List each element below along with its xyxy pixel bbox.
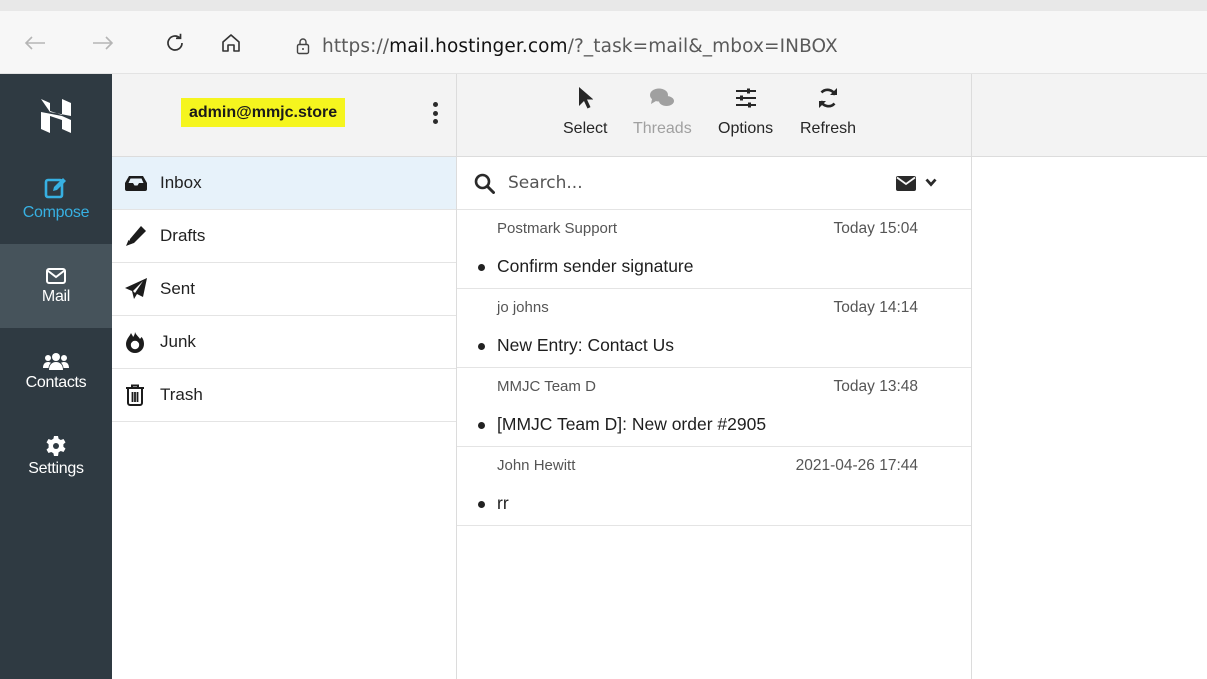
chevron-down-icon[interactable]	[925, 178, 937, 187]
sidebar-item-label: Contacts	[25, 374, 87, 391]
envelope-icon[interactable]	[896, 176, 916, 191]
threads-button[interactable]: Threads	[633, 84, 692, 138]
users-icon	[43, 353, 69, 370]
home-icon	[222, 34, 240, 52]
message-sender: MMJC Team D	[497, 378, 596, 395]
sidebar-item-compose[interactable]: Compose	[0, 168, 112, 232]
sliders-icon	[735, 88, 756, 108]
options-button[interactable]: Options	[718, 84, 773, 138]
unread-indicator	[478, 264, 485, 271]
message-date: 2021-04-26 17:44	[795, 457, 918, 474]
message-sender: jo johns	[497, 299, 549, 316]
url-host: mail.hostinger.com	[389, 35, 568, 57]
search-icon[interactable]	[474, 173, 495, 194]
sidebar-item-label: Compose	[22, 204, 90, 221]
message-preview-pane	[972, 74, 1207, 679]
sidebar-item-settings[interactable]: Settings	[0, 416, 112, 500]
app-sidebar: Compose Mail Contacts Settings	[0, 74, 112, 679]
preview-header	[972, 74, 1207, 157]
folder-label: Inbox	[160, 173, 202, 192]
message-date: Today 15:04	[833, 220, 918, 237]
reload-icon	[167, 33, 183, 51]
message-row[interactable]: jo johns Today 14:14 New Entry: Contact …	[457, 289, 971, 368]
gear-icon	[46, 436, 66, 456]
trash-icon	[126, 384, 144, 406]
unread-indicator	[478, 422, 485, 429]
search-input[interactable]	[508, 170, 868, 196]
hostinger-logo-icon	[41, 98, 71, 133]
folders-header: admin@mmjc.store	[112, 74, 456, 157]
url-text: https://mail.hostinger.com/?_task=mail&_…	[322, 36, 838, 57]
message-date: Today 14:14	[833, 299, 918, 316]
refresh-icon	[819, 88, 838, 108]
folder-label: Junk	[160, 332, 196, 351]
select-label: Select	[563, 120, 608, 137]
hostinger-logo[interactable]	[0, 74, 112, 157]
unread-indicator	[478, 501, 485, 508]
account-name: admin@mmjc.store	[181, 98, 346, 127]
arrow-left-icon	[24, 36, 45, 50]
envelope-icon	[46, 268, 66, 284]
paper-plane-icon	[125, 278, 147, 299]
cursor-icon	[579, 87, 594, 109]
message-date: Today 13:48	[833, 378, 918, 395]
lock-icon	[296, 38, 310, 55]
folder-label: Drafts	[160, 226, 206, 245]
message-subject: New Entry: Contact Us	[497, 335, 674, 355]
comments-icon	[650, 88, 675, 106]
browser-address-bar: https://mail.hostinger.com/?_task=mail&_…	[0, 11, 1207, 74]
back-button[interactable]	[21, 29, 49, 57]
forward-button[interactable]	[89, 29, 117, 57]
compose-icon	[44, 178, 66, 199]
threads-label: Threads	[633, 120, 692, 137]
pencil-icon	[126, 226, 146, 246]
sidebar-item-label: Mail	[41, 288, 71, 305]
folder-label: Trash	[160, 385, 203, 404]
folder-junk[interactable]: Junk	[112, 316, 456, 369]
message-toolbar: Select Threads Options Refresh	[457, 74, 971, 157]
sidebar-item-label: Settings	[28, 460, 84, 477]
message-row[interactable]: Postmark Support Today 15:04 Confirm sen…	[457, 210, 971, 289]
message-sender: Postmark Support	[497, 220, 618, 237]
webmail-app: Compose Mail Contacts Settings admin@mmj…	[0, 74, 1207, 679]
unread-indicator	[478, 343, 485, 350]
url-path: /?_task=mail&_mbox=INBOX	[567, 35, 838, 57]
folder-label: Sent	[160, 279, 195, 298]
search-bar	[457, 157, 971, 210]
browser-tab-strip	[0, 0, 1207, 11]
reload-button[interactable]	[161, 29, 189, 57]
fire-icon	[126, 332, 144, 353]
folders-panel: admin@mmjc.store Inbox Drafts Sent Junk …	[112, 74, 457, 679]
arrow-right-icon	[93, 36, 114, 50]
inbox-icon	[125, 176, 147, 191]
message-sender: John Hewitt	[497, 457, 576, 474]
home-button[interactable]	[217, 29, 245, 57]
folder-inbox[interactable]: Inbox	[112, 157, 456, 210]
message-subject: [MMJC Team D]: New order #2905	[497, 414, 767, 434]
refresh-label: Refresh	[800, 120, 857, 137]
sidebar-item-mail[interactable]: Mail	[0, 244, 112, 328]
message-row[interactable]: John Hewitt 2021-04-26 17:44 rr	[457, 447, 971, 526]
folder-actions-menu-button[interactable]	[428, 98, 442, 128]
message-subject: Confirm sender signature	[497, 256, 694, 276]
sidebar-item-contacts[interactable]: Contacts	[0, 330, 112, 414]
message-row[interactable]: MMJC Team D Today 13:48 [MMJC Team D]: N…	[457, 368, 971, 447]
folder-drafts[interactable]: Drafts	[112, 210, 456, 263]
refresh-button[interactable]: Refresh	[800, 84, 856, 138]
url-prefix: https://	[322, 35, 390, 57]
message-list-panel: Select Threads Options Refresh Postmark …	[457, 74, 972, 679]
options-label: Options	[718, 120, 774, 137]
folder-sent[interactable]: Sent	[112, 263, 456, 316]
select-button[interactable]: Select	[563, 84, 607, 138]
folder-trash[interactable]: Trash	[112, 369, 456, 422]
url-field[interactable]: https://mail.hostinger.com/?_task=mail&_…	[296, 33, 838, 59]
message-subject: rr	[497, 493, 509, 513]
